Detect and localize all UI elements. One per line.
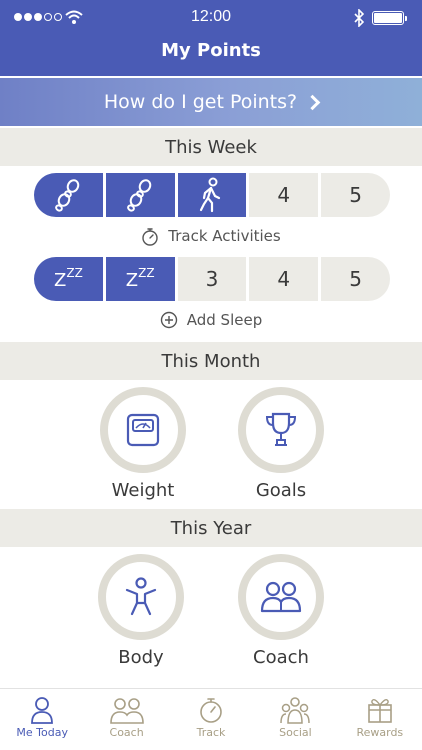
plus-circle-icon [160, 311, 177, 329]
sleep-slots: ZZZ ZZZ 3 4 5 [34, 257, 390, 301]
person-icon [125, 577, 157, 616]
gift-icon [368, 698, 392, 723]
tab-label: Track [196, 726, 226, 739]
footprints-icon [127, 179, 152, 212]
page-title: My Points [161, 40, 261, 61]
activity-slot-2[interactable] [105, 173, 175, 217]
section-header-this-year: This Year [0, 509, 422, 547]
sleep-slot-5[interactable]: 5 [321, 257, 390, 301]
coach-icon [260, 581, 302, 613]
sleep-slot-3[interactable]: 3 [177, 257, 247, 301]
activity-slot-4[interactable]: 4 [249, 173, 319, 217]
badge-goals[interactable]: Goals [231, 387, 331, 501]
badge-label: Weight [111, 480, 175, 501]
person-outline-icon [31, 697, 54, 724]
track-activities-link[interactable]: Track Activities [0, 225, 422, 247]
tab-rewards[interactable]: Rewards [338, 689, 422, 750]
badge-ring [238, 387, 324, 473]
badge-weight[interactable]: Weight [93, 387, 193, 501]
section-title: This Month [161, 350, 261, 372]
stopwatch-icon [200, 698, 222, 723]
nav-bar: My Points [0, 36, 422, 76]
trophy-icon [265, 412, 297, 446]
slot-number: 4 [277, 183, 291, 207]
badge-ring [100, 387, 186, 473]
slot-number: 4 [277, 267, 291, 291]
section-title: This Year [170, 517, 252, 539]
tab-coach[interactable]: Coach [84, 689, 168, 750]
sleep-slot-4[interactable]: 4 [249, 257, 319, 301]
activity-slots: 4 5 [34, 173, 390, 217]
how-to-get-points-button[interactable]: How do I get Points? [0, 78, 422, 126]
activity-slot-3[interactable] [177, 173, 247, 217]
stopwatch-icon [142, 227, 158, 246]
tab-social[interactable]: Social [253, 689, 337, 750]
zzz-icon: ZZZ [53, 265, 83, 291]
tab-label: Me Today [16, 726, 68, 739]
slot-number: 5 [349, 183, 362, 207]
group-icon [280, 697, 311, 724]
tab-label: Rewards [356, 726, 404, 739]
badge-label: Body [118, 647, 164, 668]
footprints-icon [55, 179, 80, 212]
section-header-this-month: This Month [0, 342, 422, 380]
badge-ring [98, 554, 184, 640]
tab-bar: Me Today Coach Track Social Rewards [0, 688, 422, 750]
tab-label: Coach [109, 726, 144, 739]
badge-body[interactable]: Body [91, 554, 191, 668]
status-bar: 12:00 [0, 0, 422, 36]
battery-icon [372, 11, 407, 25]
section-title: This Week [165, 136, 257, 158]
walking-person-icon [199, 177, 221, 213]
tab-label: Social [279, 726, 312, 739]
tab-me-today[interactable]: Me Today [0, 689, 84, 750]
zzz-icon: ZZZ [125, 265, 155, 291]
activity-slot-5[interactable]: 5 [321, 173, 390, 217]
badge-label: Coach [253, 647, 309, 668]
add-sleep-label: Add Sleep [186, 311, 263, 329]
sleep-slot-2[interactable]: ZZZ [105, 257, 175, 301]
bluetooth-icon [354, 9, 364, 27]
badge-label: Goals [255, 480, 307, 501]
slot-number: 3 [205, 267, 219, 291]
badge-coach[interactable]: Coach [231, 554, 331, 668]
sleep-slot-1[interactable]: ZZZ [34, 257, 103, 301]
add-sleep-link[interactable]: Add Sleep [0, 309, 422, 331]
scale-icon [126, 413, 160, 447]
tab-track[interactable]: Track [169, 689, 253, 750]
track-activities-label: Track Activities [168, 227, 281, 245]
section-header-this-week: This Week [0, 128, 422, 166]
activity-slot-1[interactable] [34, 173, 103, 217]
slot-number: 5 [349, 267, 362, 291]
coach-outline-icon [109, 698, 144, 724]
banner-label: How do I get Points? [103, 91, 298, 113]
badge-ring [238, 554, 324, 640]
chevron-right-icon [304, 94, 321, 111]
